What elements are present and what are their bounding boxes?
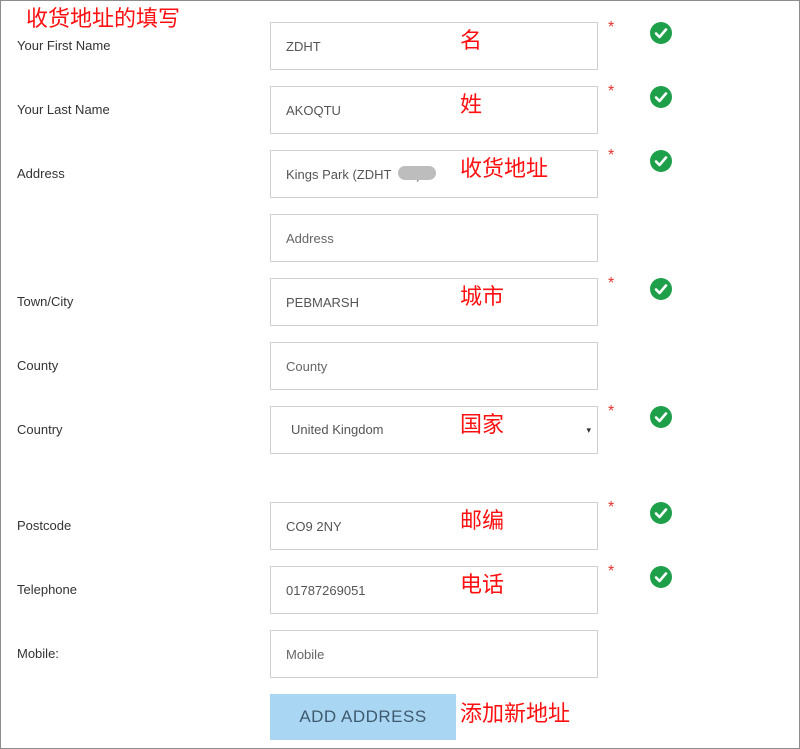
town-annotation: 城市: [460, 285, 505, 310]
required-marker: *: [608, 83, 615, 100]
check-circle-icon: [650, 566, 672, 588]
address-annotation: 收货地址: [460, 157, 549, 182]
postcode-row: Postcode 邮编 *: [0, 499, 800, 550]
mobile-input[interactable]: [270, 630, 598, 678]
required-marker: *: [608, 19, 615, 36]
mobile-row: Mobile:: [0, 630, 800, 678]
postcode-input[interactable]: [270, 502, 598, 550]
last-name-label: Your Last Name: [17, 102, 110, 117]
last-name-row: Your Last Name 姓 *: [0, 83, 800, 134]
check-circle-icon: [650, 150, 672, 172]
add-address-annotation: 添加新地址: [460, 702, 571, 727]
required-marker: *: [608, 147, 615, 164]
telephone-input[interactable]: [270, 566, 598, 614]
first-name-input[interactable]: [270, 22, 598, 70]
required-marker: *: [608, 275, 615, 292]
county-row: County: [0, 342, 800, 390]
postcode-annotation: 邮编: [460, 509, 505, 534]
chevron-down-icon: ▾: [586, 425, 591, 435]
address-label: Address: [17, 166, 65, 181]
check-circle-icon: [650, 86, 672, 108]
telephone-row: Telephone 电话 *: [0, 563, 800, 614]
county-input[interactable]: [270, 342, 598, 390]
postcode-label: Postcode: [17, 518, 72, 533]
town-row: Town/City 城市 *: [0, 275, 800, 326]
mobile-label: Mobile:: [17, 646, 59, 661]
address-line2-input[interactable]: [270, 214, 598, 262]
check-circle-icon: [650, 406, 672, 428]
country-select[interactable]: United Kingdom ▾: [270, 406, 598, 454]
country-selected-value: United Kingdom: [291, 422, 384, 437]
town-label: Town/City: [17, 294, 74, 309]
telephone-label: Telephone: [17, 582, 77, 597]
address-line2-row: [0, 214, 800, 262]
town-input[interactable]: [270, 278, 598, 326]
redacted-blur: [398, 166, 436, 180]
first-name-label: Your First Name: [17, 38, 111, 53]
county-label: County: [17, 358, 59, 373]
country-row: Country United Kingdom ▾ 国家 *: [0, 403, 800, 454]
required-marker: *: [608, 563, 615, 580]
check-circle-icon: [650, 278, 672, 300]
required-marker: *: [608, 499, 615, 516]
check-circle-icon: [650, 502, 672, 524]
last-name-input[interactable]: [270, 86, 598, 134]
telephone-annotation: 电话: [460, 573, 505, 598]
first-name-annotation: 名: [460, 29, 483, 54]
country-label: Country: [17, 422, 63, 437]
required-marker: *: [608, 403, 615, 420]
check-circle-icon: [650, 22, 672, 44]
address-row: Address 收货地址 *: [0, 147, 800, 198]
first-name-row: Your First Name 名 *: [0, 19, 800, 70]
add-address-button[interactable]: ADD ADDRESS: [270, 694, 456, 740]
last-name-annotation: 姓: [460, 93, 483, 118]
country-annotation: 国家: [460, 413, 505, 438]
